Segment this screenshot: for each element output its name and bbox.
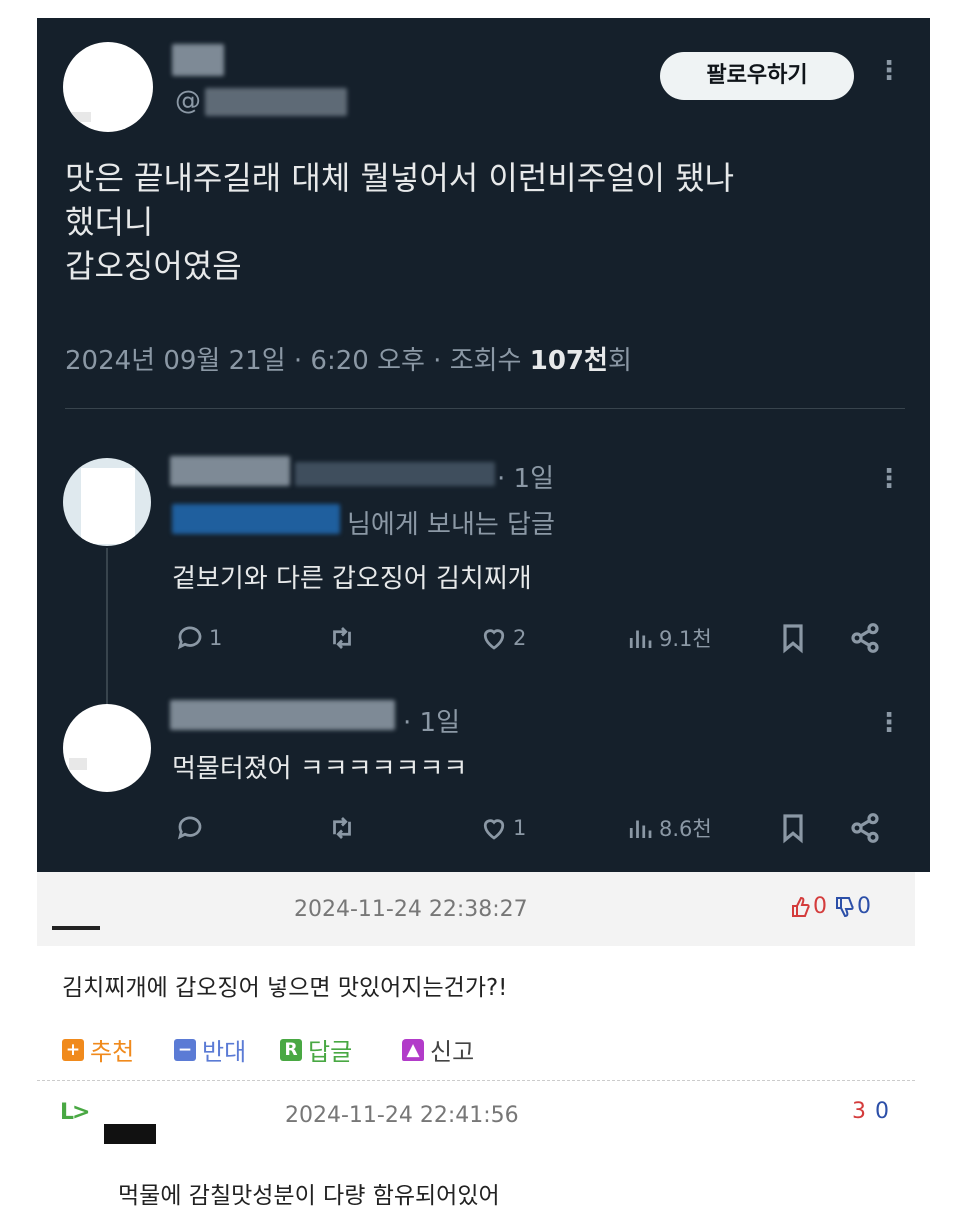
reply-arrow-icon: L> — [60, 1100, 90, 1125]
reply-1-retweet-button[interactable] — [327, 620, 357, 656]
heart-icon — [483, 819, 505, 840]
reply-2-avatar[interactable] — [63, 704, 151, 792]
comment-2-date: 2024-11-24 22:41:56 — [285, 1103, 519, 1128]
reply-1-more-icon[interactable]: ⋮ — [875, 466, 902, 492]
comment-2-up-count: 3 — [852, 1099, 866, 1124]
views-icon — [629, 630, 652, 648]
follow-button[interactable]: 팔로우하기 — [660, 52, 854, 100]
comment-icon — [177, 816, 202, 840]
oppose-label: 반대 — [202, 1038, 247, 1066]
comment-2-votes: 3 0 — [852, 1099, 889, 1124]
reply-2-time: · 1일 — [403, 708, 460, 738]
reply-1-share-button[interactable] — [849, 620, 881, 656]
minus-icon: − — [174, 1038, 196, 1061]
author-name-redacted — [172, 44, 224, 76]
views-icon — [629, 820, 652, 838]
comment-1-body: 김치찌개에 갑오징어 넣으면 맛있어지는건가?! — [62, 975, 508, 1001]
reply-2-like-count: 1 — [513, 816, 527, 840]
reply-to-user-redacted — [172, 504, 340, 534]
tweet-views-unit: 회 — [607, 346, 632, 376]
thumbs-up-icon[interactable] — [790, 894, 810, 919]
tweet-views: 107천 — [529, 346, 608, 376]
heart-icon — [483, 629, 505, 650]
reply-2-more-icon[interactable]: ⋮ — [875, 710, 902, 736]
reply-1-avatar[interactable] — [63, 458, 151, 546]
report-label: 신고 — [430, 1038, 475, 1066]
reply-1-comment-count: 1 — [209, 626, 223, 650]
bookmark-icon — [783, 814, 803, 844]
tweet-divider — [65, 408, 905, 409]
report-button[interactable]: ▲ 신고 — [402, 1032, 474, 1067]
comment-2-body: 먹물에 감칠맛성분이 다량 함유되어있어 — [118, 1183, 500, 1209]
reply-1-like-button[interactable]: 2 — [479, 620, 526, 656]
reply-2-text: 먹물터졌어 ㅋㅋㅋㅋㅋㅋㅋ — [172, 754, 468, 784]
reply-2-view-count: 8.6천 — [659, 817, 712, 841]
reply-2-comment-button[interactable] — [175, 810, 209, 846]
comment-separator — [37, 1080, 915, 1081]
reply-1-time: · 1일 — [497, 464, 554, 494]
share-icon — [851, 813, 879, 843]
reply-1-comment-button[interactable]: 1 — [175, 620, 222, 656]
comment-1-author-redacted — [52, 926, 100, 930]
comment-1-down-count: 0 — [857, 894, 871, 919]
reply-1-views-button[interactable]: 9.1천 — [625, 620, 712, 656]
reply-1-name-redacted — [170, 456, 290, 486]
recommend-button[interactable]: + 추천 — [62, 1032, 134, 1067]
share-icon — [851, 623, 879, 653]
reply-to-label: 님에게 보내는 답글 — [347, 510, 555, 540]
reply-1-handle-redacted — [295, 462, 495, 486]
reply-label: 답글 — [308, 1038, 353, 1066]
bookmark-icon — [783, 624, 803, 654]
author-handle-redacted — [205, 88, 347, 116]
tweet-text: 맛은 끝내주길래 대체 뭘넣어서 이런비주얼이 됐나 했더니 갑오징어였음 — [65, 159, 735, 285]
retweet-icon — [333, 627, 351, 649]
oppose-button[interactable]: − 반대 — [174, 1032, 246, 1067]
reply-1-text: 겉보기와 다른 갑오징어 김치찌개 — [172, 564, 532, 594]
siren-icon: ▲ — [402, 1038, 424, 1061]
comment-2-author-redacted — [104, 1124, 156, 1144]
more-options-icon[interactable]: ⋮ — [875, 58, 902, 84]
comment-2-down-count: 0 — [875, 1099, 889, 1124]
reply-2-name-redacted — [170, 700, 395, 730]
tweet-meta: 2024년 09월 21일 · 6:20 오후 · 조회수 107천회 — [65, 340, 632, 377]
comment-1-date: 2024-11-24 22:38:27 — [294, 897, 528, 922]
reply-2-share-button[interactable] — [849, 810, 881, 846]
tweet-date: 2024년 09월 21일 · 6:20 오후 · 조회수 — [65, 346, 530, 376]
reply-2-bookmark-button[interactable] — [777, 810, 809, 846]
thread-connector — [106, 548, 108, 714]
author-avatar[interactable] — [63, 42, 153, 132]
comment-1-up-count: 0 — [813, 894, 827, 919]
comment-1-votes: 0 0 — [790, 894, 871, 919]
tweet-screenshot: @ 팔로우하기 ⋮ 맛은 끝내주길래 대체 뭘넣어서 이런비주얼이 됐나 했더니… — [37, 18, 930, 872]
reply-1-like-count: 2 — [513, 626, 527, 650]
reply-2-views-button[interactable]: 8.6천 — [625, 810, 712, 846]
reply-1-bookmark-button[interactable] — [777, 620, 809, 656]
recommend-label: 추천 — [90, 1038, 135, 1066]
reply-1-view-count: 9.1천 — [659, 627, 712, 651]
thumbs-down-icon[interactable] — [834, 894, 854, 919]
retweet-icon — [333, 817, 351, 839]
author-handle-prefix: @ — [175, 86, 201, 116]
reply-button[interactable]: R 답글 — [280, 1032, 352, 1067]
comment-icon — [177, 626, 202, 650]
reply-r-icon: R — [280, 1038, 302, 1061]
plus-icon: + — [62, 1038, 84, 1061]
reply-2-retweet-button[interactable] — [327, 810, 357, 846]
reply-2-like-button[interactable]: 1 — [479, 810, 526, 846]
